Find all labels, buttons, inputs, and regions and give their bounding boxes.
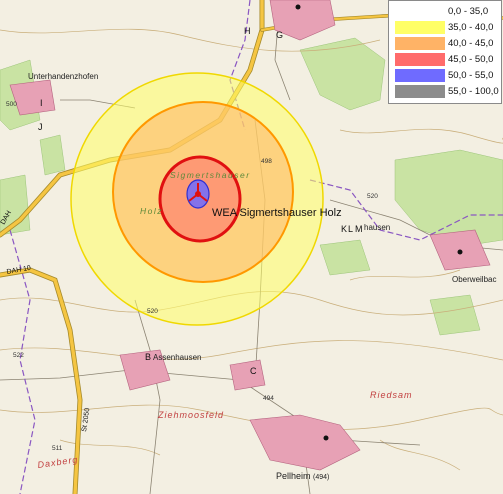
- legend-row-4: 45,0 - 50,0: [395, 53, 499, 66]
- noise-level-legend: 0,0 - 35,0 35,0 - 40,0 40,0 - 45,0 45,0 …: [388, 0, 502, 104]
- legend-swatch-6: [395, 85, 445, 98]
- legend-row-3: 40,0 - 45,0: [395, 37, 499, 50]
- marker-g: G: [276, 30, 283, 40]
- elevation-500: 500: [6, 101, 17, 108]
- elevation-520-east: 520: [367, 193, 378, 200]
- legend-swatch-3: [395, 37, 445, 50]
- marker-b: B: [145, 352, 151, 362]
- legend-row-2: 35,0 - 40,0: [395, 21, 499, 34]
- forest-sigmertshauser: Sigmertshauser: [170, 170, 251, 180]
- place-pellheim: Pellheim: [276, 471, 311, 481]
- marker-c: C: [250, 366, 257, 376]
- marker-j: J: [38, 122, 43, 132]
- legend-label-3: 40,0 - 45,0: [448, 38, 494, 49]
- elevation-498: 498: [261, 158, 272, 165]
- marker-h: H: [244, 26, 251, 36]
- legend-label-4: 45,0 - 50,0: [448, 54, 494, 65]
- marker-m: M: [355, 224, 363, 234]
- forest-holz: Holz: [140, 206, 163, 216]
- marker-i: I: [40, 98, 43, 108]
- field-ziehmoosfeld: Ziehmoosfeld: [157, 410, 224, 420]
- legend-label-1: 0,0 - 35,0: [448, 6, 489, 17]
- legend-label-6: 55,0 - 100,0: [448, 86, 499, 97]
- place-pellheim-elevation: (494): [313, 474, 329, 481]
- elevation-522: 522: [13, 352, 24, 359]
- legend-label-5: 50,0 - 55,0: [448, 70, 494, 81]
- legend-swatch-2: [395, 21, 445, 34]
- elevation-520-south: 520: [147, 308, 158, 315]
- place-assenhausen: Assenhausen: [153, 353, 201, 362]
- marker-l: L: [348, 224, 353, 234]
- legend-row-1: 0,0 - 35,0: [395, 5, 499, 18]
- legend-swatch-4: [395, 53, 445, 66]
- place-oberweilbach: Oberweilbac: [452, 275, 496, 284]
- legend-swatch-1: [395, 5, 445, 18]
- elevation-511: 511: [52, 445, 63, 452]
- legend-row-6: 55,0 - 100,0: [395, 85, 499, 98]
- legend-row-5: 50,0 - 55,0: [395, 69, 499, 82]
- turbine-label: WEA Sigmertshauser Holz: [212, 207, 342, 219]
- field-riedsam: Riedsam: [370, 390, 413, 400]
- elevation-494: 494: [263, 395, 274, 402]
- legend-swatch-5: [395, 69, 445, 82]
- place-unterhandenzhofen: Unterhandenzhofen: [28, 72, 98, 81]
- legend-label-2: 35,0 - 40,0: [448, 22, 494, 33]
- noise-contours: [70, 72, 324, 326]
- marker-k: K: [341, 224, 347, 234]
- place-hausen: hausen: [364, 223, 390, 232]
